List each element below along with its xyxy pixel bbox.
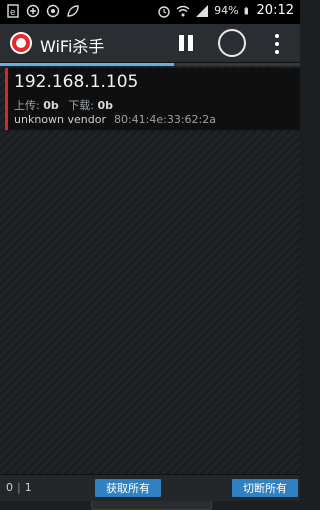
- upload-label: 上传:: [14, 99, 40, 112]
- clock: 20:12: [256, 3, 294, 18]
- cut-all-button[interactable]: 切断所有: [232, 479, 298, 497]
- device-list: 192.168.1.105 上传: 0b 下载: 0b unknown vend…: [0, 66, 300, 510]
- svg-text:e: e: [10, 8, 16, 18]
- action-bar: WiFi杀手: [0, 24, 300, 63]
- leaf-icon: [67, 5, 79, 17]
- refresh-spinner-icon[interactable]: [218, 29, 246, 57]
- e-icon: e: [7, 4, 19, 18]
- device-ip: 192.168.1.105: [14, 72, 139, 92]
- device-vendor: unknown vendor: [14, 113, 106, 126]
- get-all-button[interactable]: 获取所有: [95, 479, 161, 497]
- count-left: 0: [6, 481, 13, 494]
- battery-icon: [244, 6, 248, 14]
- count-right: 1: [24, 481, 32, 494]
- battery-percent: 94%: [214, 4, 239, 17]
- device-item[interactable]: 192.168.1.105 上传: 0b 下载: 0b unknown vend…: [5, 68, 300, 130]
- wifi-icon: [176, 5, 190, 16]
- pause-button[interactable]: [176, 33, 196, 53]
- system-icons: 94% 20:12: [157, 3, 294, 18]
- device-mac: 80:41:4e:33:62:2a: [113, 113, 216, 126]
- overflow-menu-button[interactable]: [274, 33, 280, 54]
- signal-icon: [196, 4, 209, 17]
- alarm-icon: [158, 5, 170, 18]
- app-logo-icon: [10, 32, 32, 54]
- device-vendor-row: unknown vendor 80:41:4e:33:62:2a: [14, 113, 216, 126]
- chat-icon: [46, 4, 60, 18]
- device-traffic: 上传: 0b 下载: 0b: [14, 97, 113, 113]
- upload-value: 0b: [43, 99, 59, 112]
- pause-icon: [179, 35, 184, 51]
- download-value: 0b: [97, 99, 113, 112]
- count-separator: |: [17, 481, 21, 494]
- app-title: WiFi杀手: [40, 37, 105, 56]
- download-label: 下载:: [68, 99, 94, 112]
- status-bar: e 94% 20:12: [0, 0, 300, 24]
- plus-circle-icon: [26, 4, 40, 18]
- device-counts: 0 | 1: [6, 481, 32, 494]
- bottom-bar: 0 | 1 获取所有 切断所有: [0, 474, 300, 501]
- notification-icons: e: [6, 4, 80, 18]
